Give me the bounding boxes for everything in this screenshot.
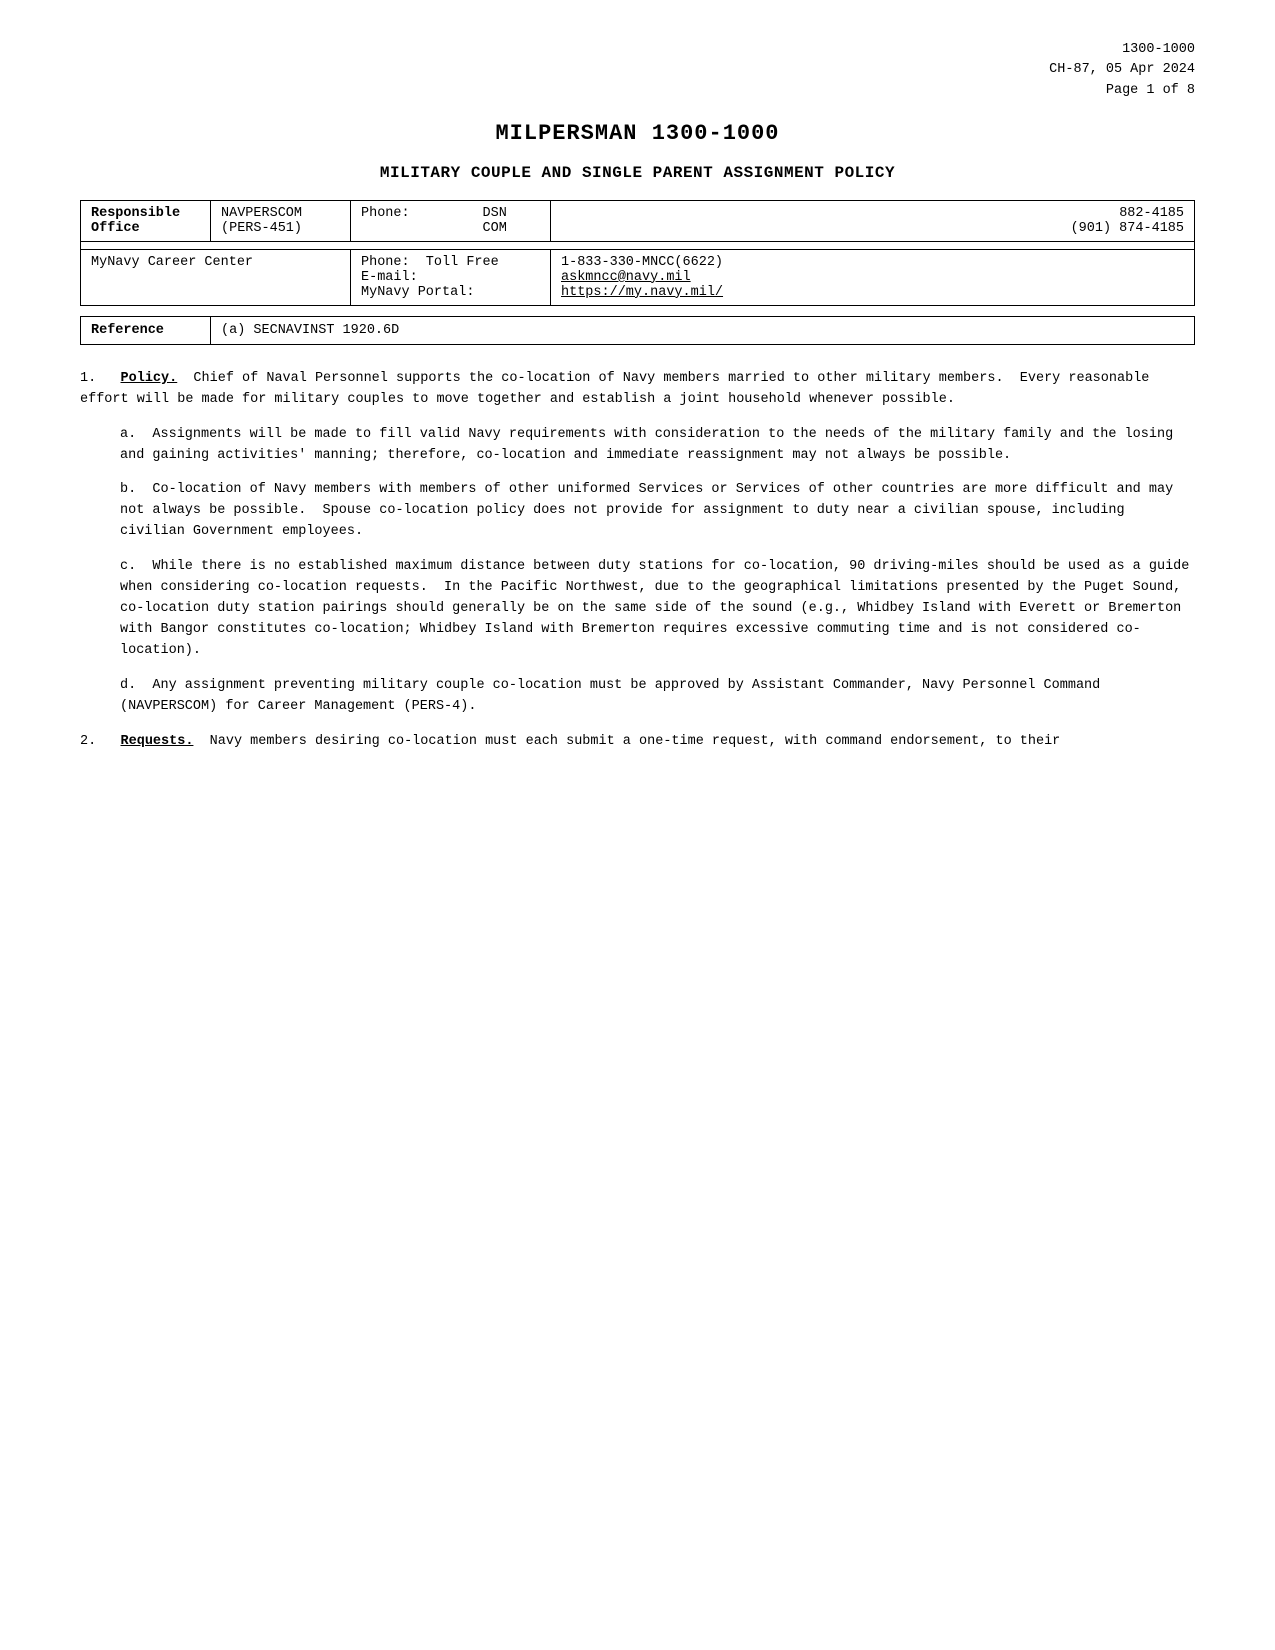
para-b: b. Co-location of Navy members with memb… [120,480,1195,543]
section1-text: Chief of Naval Personnel supports the co… [80,371,1149,407]
para-c: c. While there is no established maximum… [120,557,1195,662]
header-line3: Page 1 of 8 [1106,83,1195,98]
navperscom-cell: NAVPERSCOM (PERS-451) [211,200,351,241]
responsible-office-label: Responsible Office [81,200,211,241]
table-row-spacer [81,241,1195,249]
mynavy-career-center-cell: MyNavy Career Center [81,249,351,305]
para-b-label: b. [120,482,136,497]
para-a-text: Assignments will be made to fill valid N… [120,427,1173,463]
mynavy-contact-values: 1-833-330-MNCC(6622) askmncc@navy.mil ht… [551,249,1195,305]
para-c-text: While there is no established maximum di… [120,559,1189,658]
mynavy-contact-labels: Phone: Toll Free E-mail: MyNavy Portal: [351,249,551,305]
para-a-label: a. [120,427,136,442]
phone-label-cell: Phone: DSN COM [351,200,551,241]
reference-row: Reference (a) SECNAVINST 1920.6D [81,316,1195,344]
para-d-label: d. [120,678,136,693]
section1-paragraph: 1. Policy. Chief of Naval Personnel supp… [80,369,1195,411]
section1-num: 1. [80,371,96,386]
para-b-text: Co-location of Navy members with members… [120,482,1173,539]
section-title-text: Military Couple and Single Parent Assign… [380,164,895,182]
section1-title: Policy. [121,371,178,386]
para-a: a. Assignments will be made to fill vali… [120,425,1195,467]
section-title: Military Couple and Single Parent Assign… [80,164,1195,182]
reference-label: Reference [81,316,211,344]
section2-title: Requests. [121,734,194,749]
document-header: 1300-1000 CH-87, 05 Apr 2024 Page 1 of 8 [80,40,1195,101]
section2-paragraph: 2. Requests. Navy members desiring co-lo… [80,732,1195,753]
document-title: MILPERSMAN 1300-1000 [80,121,1195,146]
table-row-2: MyNavy Career Center Phone: Toll Free E-… [81,249,1195,305]
reference-table: Reference (a) SECNAVINST 1920.6D [80,316,1195,345]
header-line1: 1300-1000 [1122,42,1195,57]
table-row-1: Responsible Office NAVPERSCOM (PERS-451)… [81,200,1195,241]
section2-text: Navy members desiring co-location must e… [193,734,1060,749]
phone-numbers-cell: 882-4185 (901) 874-4185 [551,200,1195,241]
para-d-text: Any assignment preventing military coupl… [120,678,1100,714]
reference-value: (a) SECNAVINST 1920.6D [211,316,1195,344]
para-c-label: c. [120,559,136,574]
info-table: Responsible Office NAVPERSCOM (PERS-451)… [80,200,1195,306]
para-d: d. Any assignment preventing military co… [120,676,1195,718]
section2-num: 2. [80,734,96,749]
header-line2: CH-87, 05 Apr 2024 [1049,62,1195,77]
